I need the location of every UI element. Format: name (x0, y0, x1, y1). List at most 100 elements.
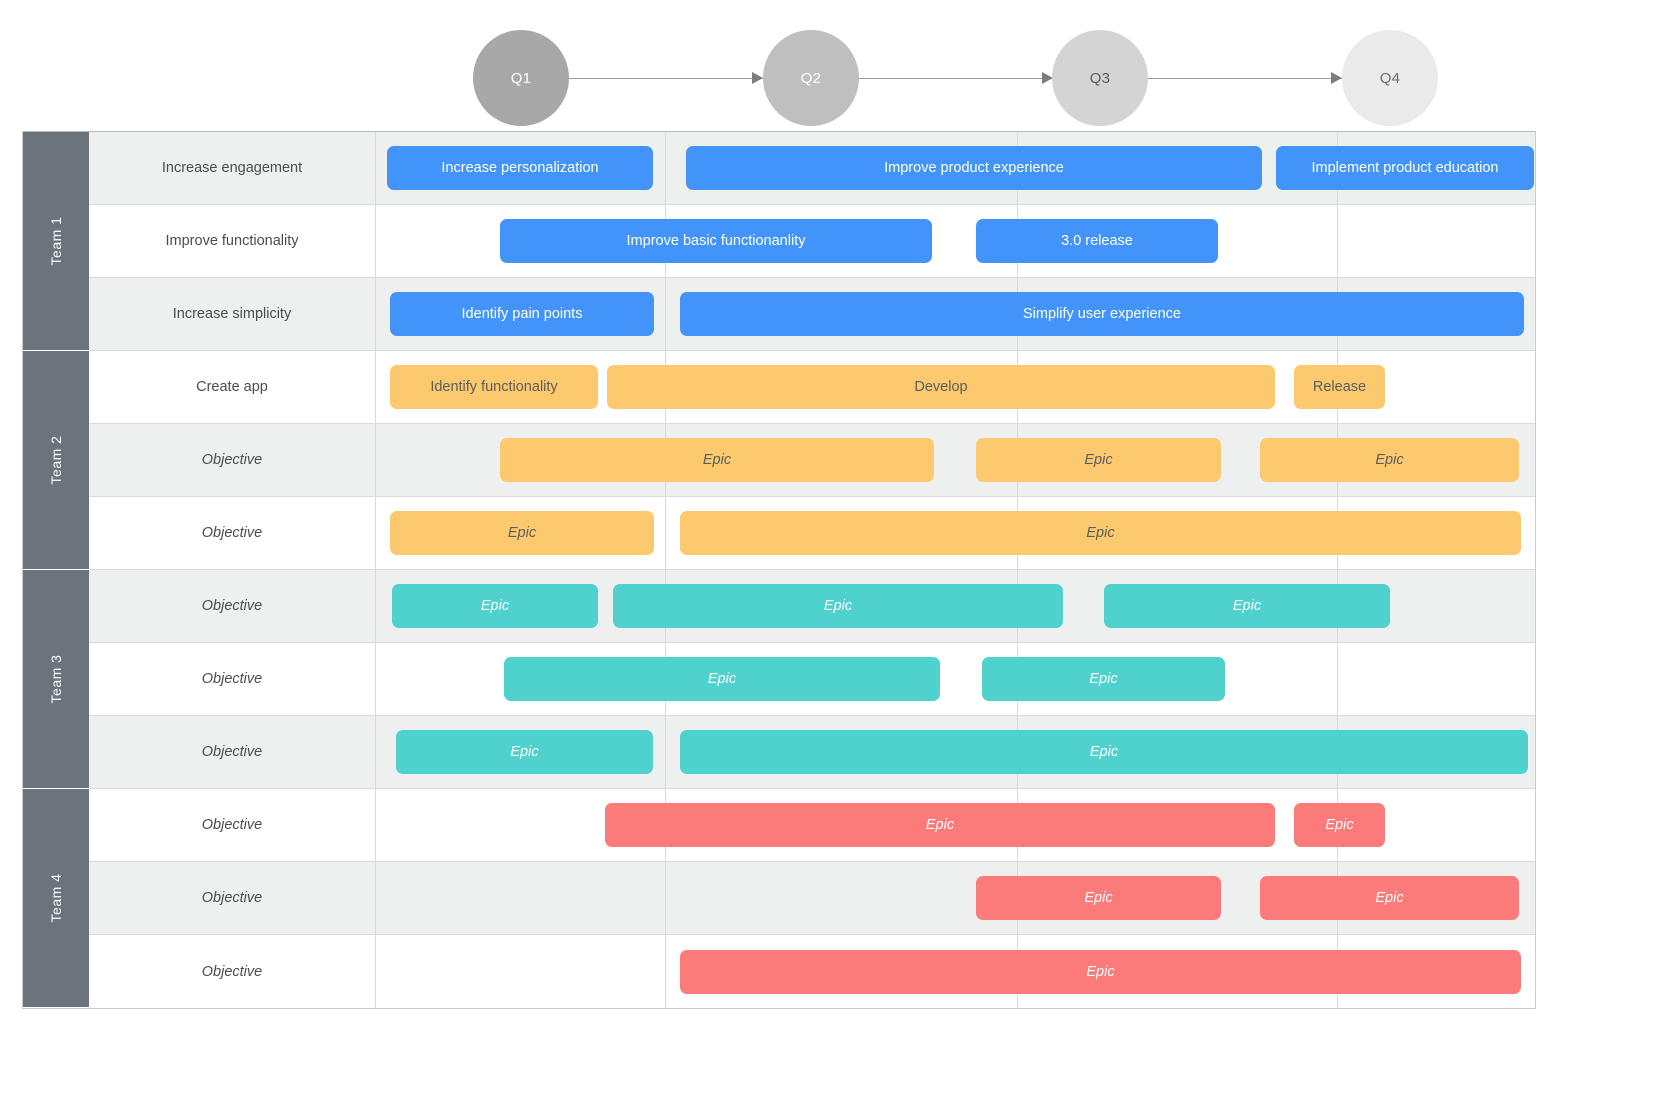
timeline-node-q3-label: Q3 (1089, 69, 1111, 87)
timeline-connector-q3-q4 (1148, 78, 1348, 79)
objective-label[interactable]: Objective (89, 716, 376, 788)
quarter-divider-q2 (665, 935, 666, 1008)
objective-label[interactable]: Objective (89, 643, 376, 715)
quarter-track: Epic Epic Epic (376, 570, 1535, 642)
timeline-arrow-q4 (1331, 72, 1342, 84)
roadmap-bar[interactable]: Identify pain points (390, 292, 654, 336)
quarter-divider-q2 (665, 716, 666, 788)
roadmap-bar[interactable]: Epic (680, 949, 1521, 994)
team-tab-label: Team 1 (48, 216, 64, 266)
team-rows: Increase engagement Increase personalizat… (89, 132, 1535, 351)
timeline-node-q4[interactable]: Q4 (1342, 30, 1438, 126)
objective-label[interactable]: Create app (89, 351, 376, 423)
roadmap-row: Objective Epic Epic (89, 497, 1535, 570)
roadmap-bar[interactable]: Improve product experience (686, 146, 1262, 190)
timeline-connector-q1-q2 (569, 78, 769, 79)
quarter-divider-q2 (665, 132, 666, 204)
roadmap-bar[interactable]: Release (1294, 365, 1385, 409)
quarter-divider-q4 (1337, 643, 1338, 715)
team-tab-label: Team 3 (48, 654, 64, 704)
team-tab-label: Team 2 (48, 435, 64, 485)
team-rows: Objective Epic Epic Epic Objective Epic Epic Ob… (89, 570, 1535, 789)
quarter-divider-q2 (665, 497, 666, 569)
team-block: Team 2 Create app Identify functionality De… (23, 351, 1535, 570)
quarter-track: Epic Epic (376, 716, 1535, 788)
quarter-divider-q4 (1337, 205, 1338, 277)
roadmap-bar[interactable]: Epic (500, 438, 934, 482)
roadmap-bar[interactable]: Epic (976, 876, 1221, 920)
roadmap-row: Objective Epic Epic (89, 789, 1535, 862)
quarter-track: Epic (376, 935, 1535, 1008)
quarter-track: Epic Epic (376, 643, 1535, 715)
team-block: Team 4 Objective Epic Epic Objective Epic Epic… (23, 789, 1535, 1008)
quarter-track: Improve basic functionanlity 3.0 release (376, 205, 1535, 277)
roadmap-row: Objective Epic Epic (89, 643, 1535, 716)
quarter-divider-q2 (665, 862, 666, 934)
quarter-track: Epic Epic (376, 862, 1535, 934)
objective-label[interactable]: Objective (89, 862, 376, 934)
team-tab-3[interactable]: Team 3 (23, 570, 89, 789)
roadmap-bar[interactable]: Epic (680, 730, 1528, 774)
roadmap-bar[interactable]: Epic (390, 511, 654, 555)
timeline-arrow-q2 (752, 72, 763, 84)
roadmap-bar[interactable]: Epic (982, 657, 1225, 701)
objective-label[interactable]: Increase simplicity (89, 278, 376, 350)
roadmap-bar[interactable]: Identify functionality (390, 365, 598, 409)
timeline-connector-q2-q3 (859, 78, 1059, 79)
roadmap-bar[interactable]: Implement product education (1276, 146, 1534, 190)
roadmap-bar[interactable]: Epic (392, 584, 598, 628)
timeline-node-q3[interactable]: Q3 (1052, 30, 1148, 126)
roadmap-board: Q1 Q2 Q3 Q4 Team 1 Increase engagement Inc… (0, 0, 1668, 1113)
team-tab-1[interactable]: Team 1 (23, 132, 89, 351)
roadmap-bar[interactable]: Epic (976, 438, 1221, 482)
roadmap-row: Objective Epic Epic (89, 716, 1535, 789)
quarter-track: Identify pain points Simplify user experi… (376, 278, 1535, 350)
roadmap-bar[interactable]: Epic (1104, 584, 1390, 628)
team-tab-2[interactable]: Team 2 (23, 351, 89, 570)
quarter-track: Epic Epic (376, 789, 1535, 861)
team-tab-label: Team 4 (48, 873, 64, 923)
roadmap-bar[interactable]: 3.0 release (976, 219, 1218, 263)
objective-label[interactable]: Objective (89, 935, 376, 1008)
roadmap-bar[interactable]: Increase personalization (387, 146, 653, 190)
quarter-timeline: Q1 Q2 Q3 Q4 (0, 0, 1668, 130)
roadmap-row: Create app Identify functionality Develop R… (89, 351, 1535, 424)
objective-label[interactable]: Objective (89, 424, 376, 496)
roadmap-bar[interactable]: Simplify user experience (680, 292, 1524, 336)
roadmap-bar[interactable]: Epic (1260, 876, 1519, 920)
roadmap-bar[interactable]: Epic (680, 511, 1521, 555)
quarter-track: Epic Epic Epic (376, 424, 1535, 496)
team-block: Team 1 Increase engagement Increase person… (23, 132, 1535, 351)
roadmap-bar[interactable]: Epic (613, 584, 1063, 628)
roadmap-bar[interactable]: Improve basic functionanlity (500, 219, 932, 263)
roadmap-bar[interactable]: Epic (605, 803, 1275, 847)
quarter-track: Increase personalization Improve product … (376, 132, 1535, 204)
roadmap-bar[interactable]: Epic (396, 730, 653, 774)
roadmap-row: Improve functionality Improve basic funct… (89, 205, 1535, 278)
roadmap-grid: Team 1 Increase engagement Increase person… (22, 131, 1536, 1009)
quarter-track: Epic Epic (376, 497, 1535, 569)
timeline-node-q1-label: Q1 (510, 69, 532, 87)
roadmap-bar[interactable]: Epic (1260, 438, 1519, 482)
roadmap-bar[interactable]: Develop (607, 365, 1275, 409)
roadmap-row: Objective Epic (89, 935, 1535, 1008)
objective-label[interactable]: Objective (89, 497, 376, 569)
team-tab-4[interactable]: Team 4 (23, 789, 89, 1008)
timeline-node-q1[interactable]: Q1 (473, 30, 569, 126)
objective-label[interactable]: Increase engagement (89, 132, 376, 204)
roadmap-bar[interactable]: Epic (504, 657, 940, 701)
roadmap-row: Objective Epic Epic Epic (89, 570, 1535, 643)
quarter-track: Identify functionality Develop Release (376, 351, 1535, 423)
roadmap-row: Increase engagement Increase personalizat… (89, 132, 1535, 205)
quarter-divider-q2 (665, 278, 666, 350)
objective-label[interactable]: Objective (89, 789, 376, 861)
roadmap-bar[interactable]: Epic (1294, 803, 1385, 847)
timeline-node-q4-label: Q4 (1379, 69, 1401, 87)
roadmap-row: Objective Epic Epic Epic (89, 424, 1535, 497)
objective-label[interactable]: Objective (89, 570, 376, 642)
timeline-node-q2[interactable]: Q2 (763, 30, 859, 126)
team-rows: Create app Identify functionality Develop R… (89, 351, 1535, 570)
team-rows: Objective Epic Epic Objective Epic Epic Object… (89, 789, 1535, 1008)
objective-label[interactable]: Improve functionality (89, 205, 376, 277)
team-block: Team 3 Objective Epic Epic Epic Objective Epic… (23, 570, 1535, 789)
